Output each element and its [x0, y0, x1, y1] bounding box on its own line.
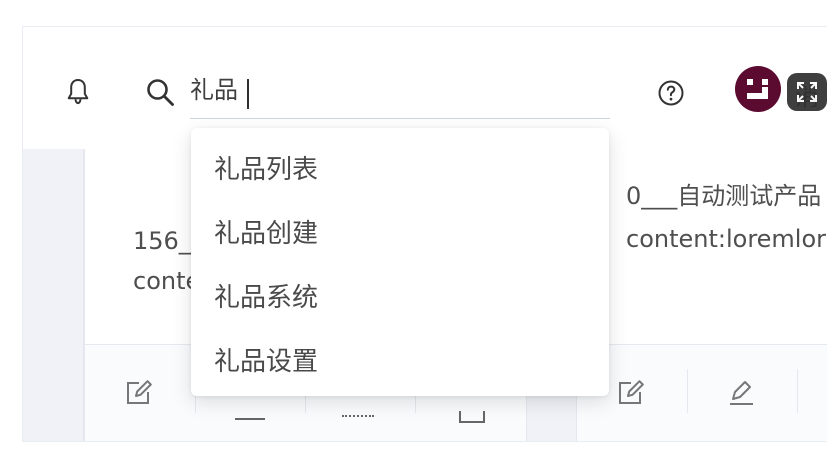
suggestion-gift-list[interactable]: 礼品列表: [214, 148, 318, 192]
card-content: content:loremlor: [626, 225, 827, 253]
left-rail: [23, 149, 84, 441]
suggestion-gift-system[interactable]: 礼品系统: [214, 276, 318, 320]
search-icon[interactable]: [144, 76, 176, 108]
card-title: 0___自动测试产品: [626, 182, 822, 210]
card-action-bar: [577, 344, 827, 441]
help-icon[interactable]: [657, 79, 685, 107]
partial-action-icon[interactable]: [342, 415, 374, 423]
content-card: 0___自动测试产品 content:loremlor: [576, 149, 827, 441]
search-underline: [190, 118, 610, 119]
edit-box-icon[interactable]: [123, 376, 155, 408]
search-input[interactable]: 礼品: [190, 76, 238, 105]
card-title: 156_: [133, 227, 191, 255]
fullscreen-button[interactable]: [787, 73, 827, 111]
bell-icon[interactable]: [65, 77, 91, 105]
suggestion-gift-create[interactable]: 礼品创建: [214, 212, 318, 256]
search-suggestions-dropdown: 礼品列表 礼品创建 礼品系统 礼品设置: [191, 128, 609, 396]
suggestion-gift-settings[interactable]: 礼品设置: [214, 340, 318, 384]
text-caret: [247, 79, 249, 109]
avatar-logo-icon: [747, 79, 768, 99]
partial-action-icon[interactable]: [235, 418, 265, 420]
action-divider: [797, 369, 798, 413]
edit-box-icon[interactable]: [615, 376, 647, 408]
avatar[interactable]: [735, 66, 781, 112]
partial-action-icon[interactable]: [459, 411, 485, 423]
pencil-icon[interactable]: [725, 376, 757, 408]
fullscreen-icon: [797, 82, 817, 102]
action-divider: [687, 369, 688, 413]
